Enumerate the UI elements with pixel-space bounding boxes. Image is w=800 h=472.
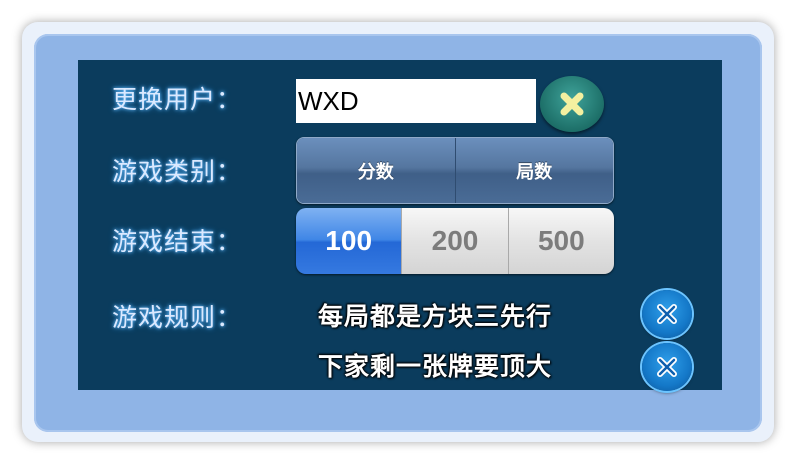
close-icon [560,92,584,116]
game-end-option-200[interactable]: 200 [401,208,508,274]
rule-text-next-player-last-card: 下家剩一张牌要顶大 [318,352,553,381]
change-user-label: 更换用户： [112,85,243,114]
clear-user-button[interactable] [540,76,604,132]
rule-text-diamond-three-first: 每局都是方块三先行 [318,302,553,331]
game-type-segmented-control: 分数 局数 [296,137,614,204]
username-input[interactable] [296,79,536,123]
x-toggle-icon [657,304,677,324]
x-toggle-icon [657,357,677,377]
game-end-option-100[interactable]: 100 [296,208,402,274]
game-end-label: 游戏结束： [112,227,243,256]
game-rules-label: 游戏规则： [112,303,243,332]
rule-toggle-button-2[interactable] [642,343,692,391]
game-type-option-score[interactable]: 分数 [297,138,455,203]
game-end-option-500[interactable]: 500 [507,208,614,274]
game-end-segmented-control: 100 200 500 [296,208,614,274]
game-type-label: 游戏类别： [112,157,243,186]
game-type-option-rounds[interactable]: 局数 [454,138,613,203]
rule-toggle-button-1[interactable] [642,290,692,338]
